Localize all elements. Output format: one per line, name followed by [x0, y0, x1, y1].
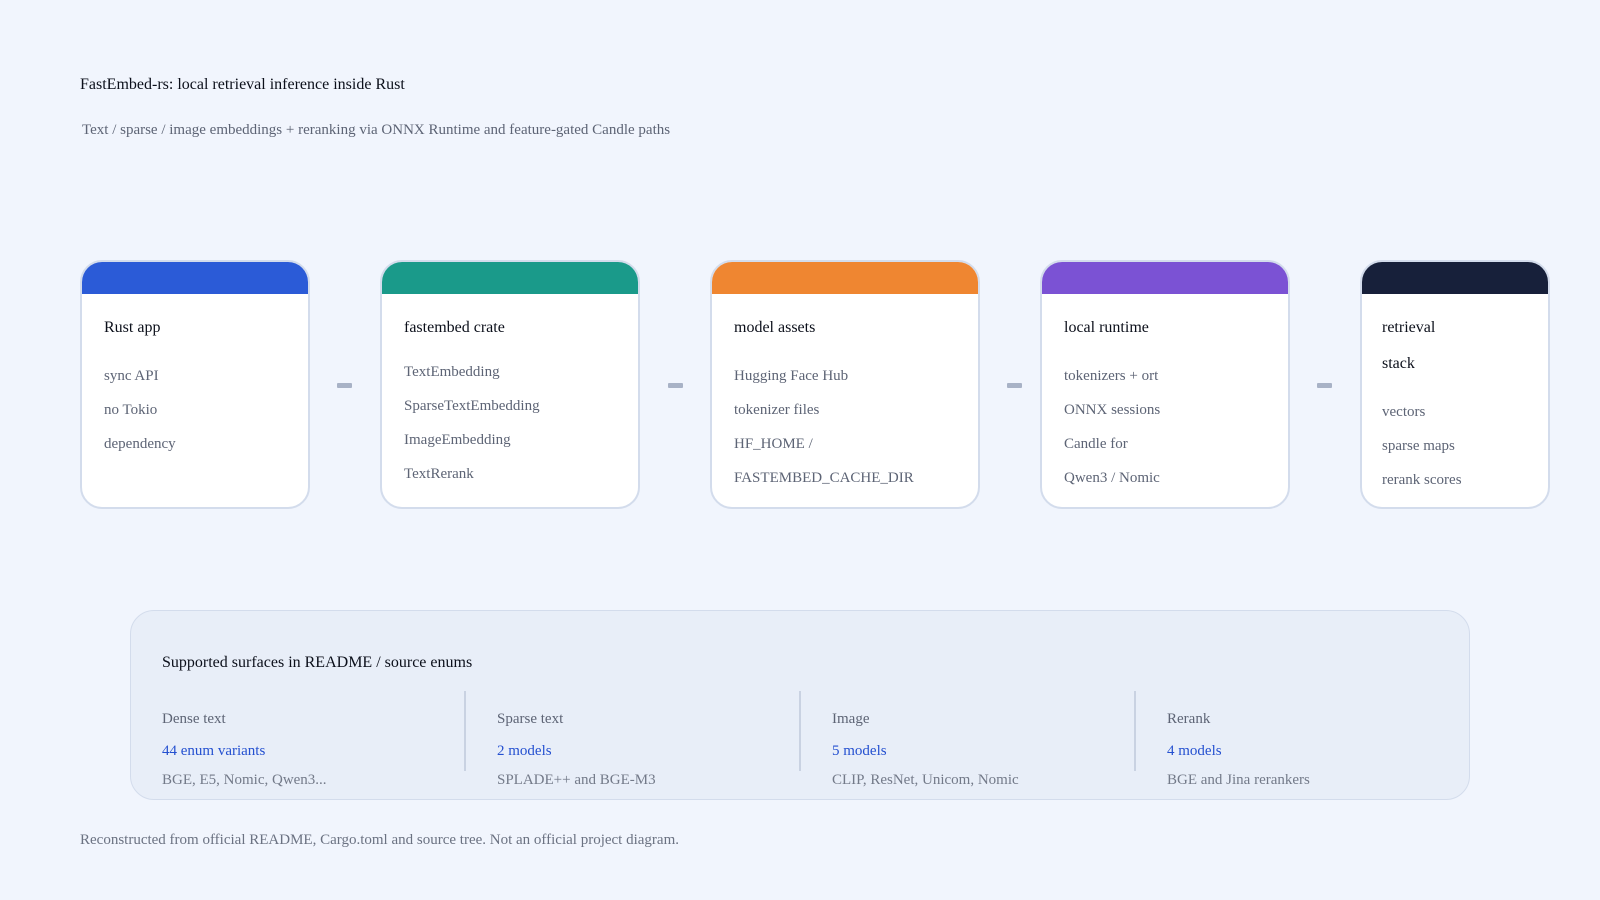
column-value: 44 enum variants — [162, 743, 266, 759]
card-rust-app: Rust app sync API no Tokio dependency — [80, 260, 310, 509]
card-header-bar — [82, 262, 308, 294]
card-title: fastembed crate — [404, 319, 505, 336]
card-line: Qwen3 / Nomic — [1064, 470, 1160, 486]
column-value: 2 models — [497, 743, 552, 759]
card-line: no Tokio — [104, 402, 158, 418]
card-line: ImageEmbedding — [404, 432, 511, 448]
connector-arrow — [1317, 383, 1332, 388]
card-line: dependency — [104, 436, 176, 452]
column-value: 4 models — [1167, 743, 1222, 759]
card-line: SparseTextEmbedding — [404, 398, 540, 414]
card-line: Hugging Face Hub — [734, 368, 849, 384]
card-title: local runtime — [1064, 319, 1149, 336]
column-description: SPLADE++ and BGE-M3 — [497, 772, 656, 788]
panel-title: Supported surfaces in README / source en… — [162, 654, 473, 671]
card-title: Rust app — [104, 319, 161, 336]
card-line: tokenizer files — [734, 402, 820, 418]
footer-note: Reconstructed from official README, Carg… — [80, 832, 679, 848]
card-retrieval-stack: retrieval stack vectors sparse maps rera… — [1360, 260, 1550, 509]
card-line: ONNX sessions — [1064, 402, 1161, 418]
card-line: rerank scores — [1382, 472, 1462, 488]
card-line: TextEmbedding — [404, 364, 500, 380]
card-header-bar — [712, 262, 978, 294]
card-local-runtime: local runtime tokenizers + ort ONNX sess… — [1040, 260, 1290, 509]
card-fastembed-crate: fastembed crate TextEmbedding SparseText… — [380, 260, 640, 509]
diagram-subtitle: Text / sparse / image embeddings + reran… — [82, 122, 671, 138]
card-line: HF_HOME / — [734, 436, 813, 452]
diagram-title: FastEmbed-rs: local retrieval inference … — [80, 76, 405, 93]
card-line: TextRerank — [404, 466, 474, 482]
column-divider — [464, 691, 466, 771]
column-description: BGE, E5, Nomic, Qwen3... — [162, 772, 327, 788]
column-divider — [1134, 691, 1136, 771]
card-title: model assets — [734, 319, 816, 336]
card-line: Candle for — [1064, 436, 1128, 452]
card-model-assets: model assets Hugging Face Hub tokenizer … — [710, 260, 980, 509]
column-description: BGE and Jina rerankers — [1167, 772, 1310, 788]
card-line: sync API — [104, 368, 159, 384]
column-label: Image — [832, 711, 870, 727]
card-line: vectors — [1382, 404, 1426, 420]
card-line: sparse maps — [1382, 438, 1455, 454]
card-title-line-2: stack — [1382, 355, 1415, 372]
card-line: FASTEMBED_CACHE_DIR — [734, 470, 914, 486]
column-label: Rerank — [1167, 711, 1211, 727]
column-label: Sparse text — [497, 711, 564, 727]
connector-arrow — [1007, 383, 1022, 388]
column-label: Dense text — [162, 711, 226, 727]
column-value: 5 models — [832, 743, 887, 759]
connector-arrow — [668, 383, 683, 388]
card-header-bar — [382, 262, 638, 294]
card-title: retrieval — [1382, 319, 1436, 336]
column-divider — [799, 691, 801, 771]
connector-arrow — [337, 383, 352, 388]
card-header-bar — [1042, 262, 1288, 294]
card-line: tokenizers + ort — [1064, 368, 1159, 384]
column-description: CLIP, ResNet, Unicom, Nomic — [832, 772, 1019, 788]
card-header-bar — [1362, 262, 1548, 294]
